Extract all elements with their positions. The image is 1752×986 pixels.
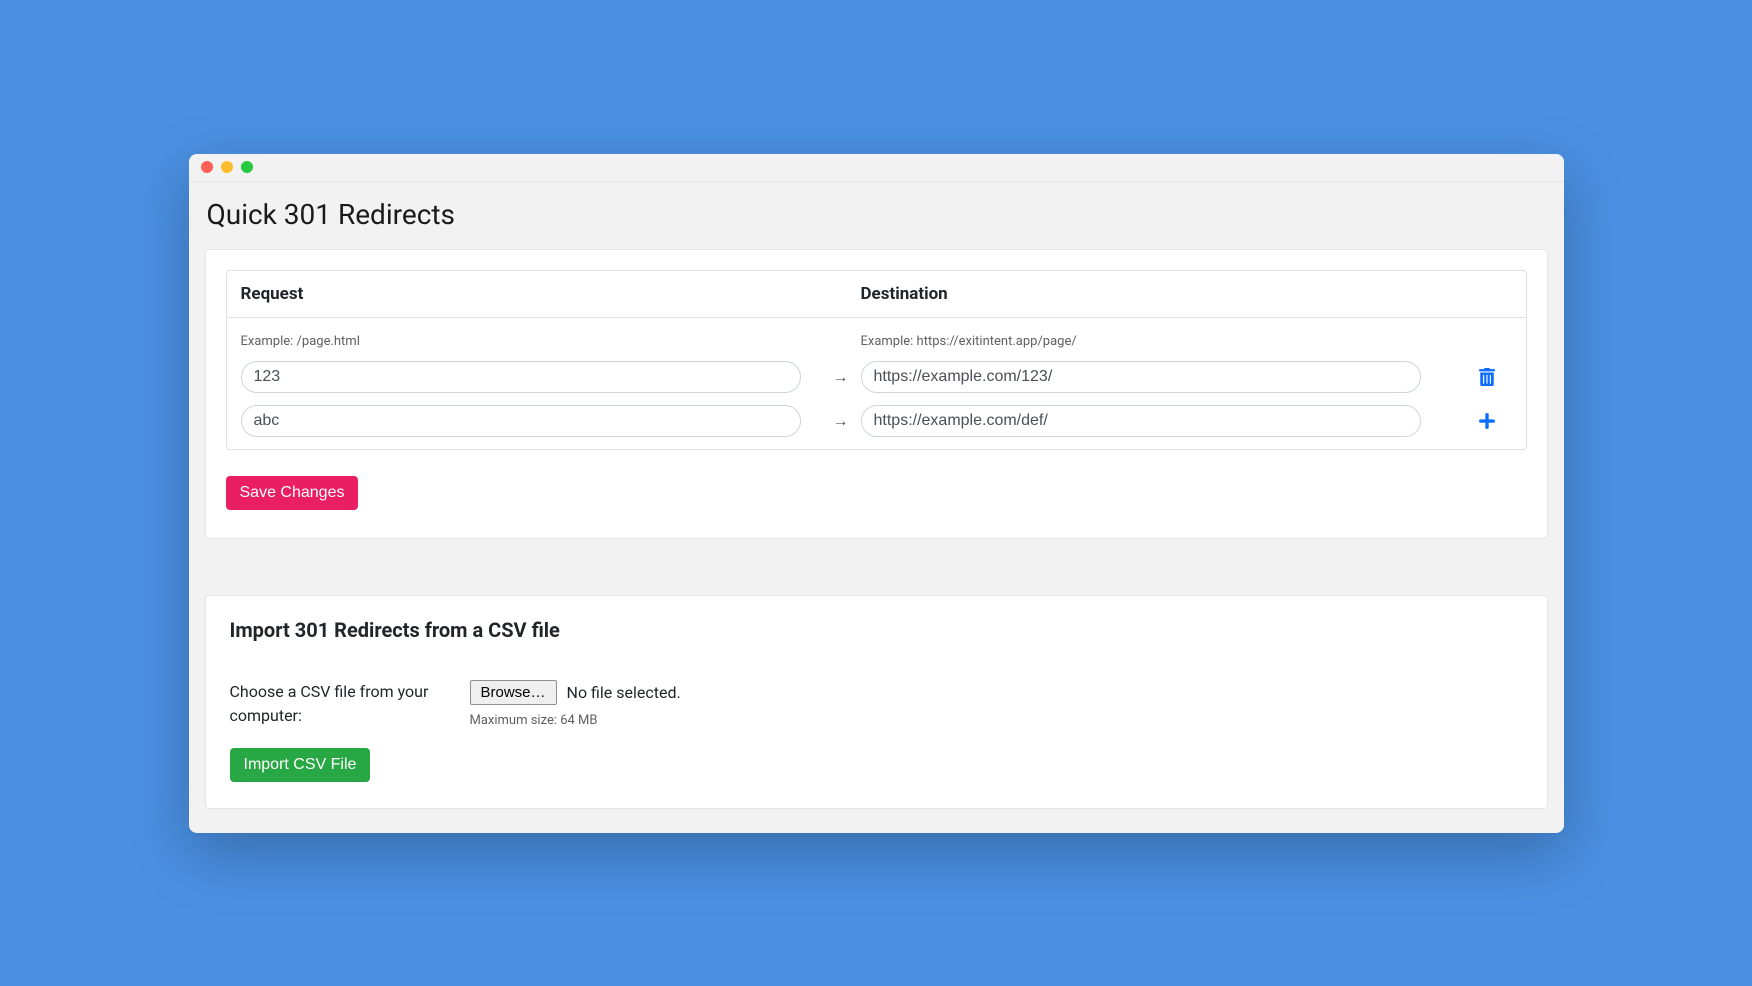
import-title: Import 301 Redirects from a CSV file (230, 618, 1523, 642)
request-input[interactable] (241, 405, 801, 437)
browse-button[interactable]: Browse… (470, 680, 557, 705)
table-header: Request Destination (227, 271, 1526, 318)
destination-input[interactable] (861, 405, 1421, 437)
close-icon[interactable] (201, 161, 213, 173)
save-button[interactable]: Save Changes (226, 476, 359, 510)
import-panel: Import 301 Redirects from a CSV file Cho… (205, 595, 1548, 809)
hint-destination: Example: https://exitintent.app/page/ (861, 334, 1077, 349)
maximize-icon[interactable] (241, 161, 253, 173)
redirects-table: Request Destination Example: /page.html (226, 270, 1527, 450)
no-file-text: No file selected. (567, 683, 681, 702)
file-label: Choose a CSV file from your computer: (230, 680, 430, 728)
app-window: Quick 301 Redirects Request Destination (189, 154, 1564, 833)
trash-icon[interactable] (1478, 368, 1496, 386)
destination-input[interactable] (861, 361, 1421, 393)
plus-icon[interactable] (1478, 412, 1496, 430)
minimize-icon[interactable] (221, 161, 233, 173)
header-request: Request (241, 284, 304, 304)
page-title: Quick 301 Redirects (205, 198, 1548, 231)
titlebar (189, 154, 1564, 182)
content-area: Quick 301 Redirects Request Destination (189, 182, 1564, 833)
table-row: → (227, 399, 1526, 449)
request-input[interactable] (241, 361, 801, 393)
table-row: → (227, 355, 1526, 399)
redirects-panel: Request Destination Example: /page.html (205, 249, 1548, 539)
import-button[interactable]: Import CSV File (230, 748, 371, 782)
file-row: Choose a CSV file from your computer: Br… (230, 680, 1523, 728)
hint-request: Example: /page.html (241, 334, 360, 349)
hints-row: Example: /page.html Example: https://exi… (227, 318, 1526, 355)
header-destination: Destination (861, 284, 948, 304)
arrow-icon: → (833, 367, 849, 386)
arrow-icon: → (833, 411, 849, 430)
max-size-text: Maximum size: 64 MB (470, 713, 1523, 728)
